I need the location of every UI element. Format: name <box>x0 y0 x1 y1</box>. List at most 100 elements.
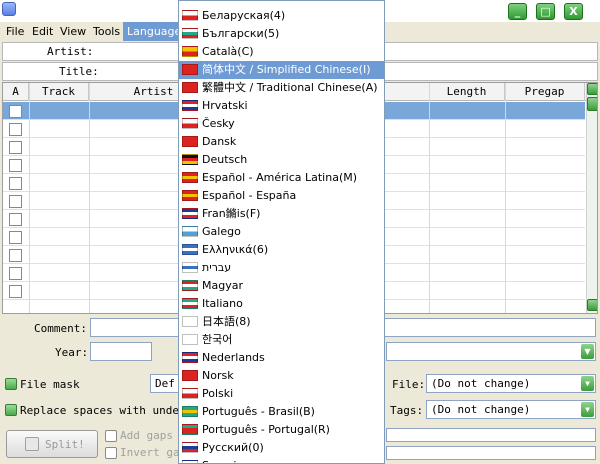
row-checkbox[interactable] <box>9 285 22 298</box>
row-checkbox[interactable] <box>9 267 22 280</box>
invert-gaps-checkbox[interactable] <box>105 447 117 459</box>
language-label: 简体中文 / Simplified Chinese(I) <box>202 63 371 76</box>
language-menu-item[interactable]: 繁體中文 / Traditional Chinese(A) <box>179 79 384 97</box>
row-checkbox[interactable] <box>9 141 22 154</box>
language-menu-item[interactable]: Català(C) <box>179 43 384 61</box>
language-menu-item[interactable]: Polski <box>179 385 384 403</box>
file-select-value: (Do not change) <box>431 377 531 390</box>
close-button[interactable]: X <box>564 3 583 20</box>
language-menu-item[interactable]: Español - España <box>179 187 384 205</box>
file-mask-checkbox[interactable] <box>5 378 17 390</box>
flag-icon <box>182 298 198 309</box>
file-select[interactable]: (Do not change) ▼ <box>426 374 596 393</box>
flag-icon <box>182 280 198 291</box>
flag-icon <box>182 82 198 93</box>
column-header-a[interactable]: A <box>3 83 29 101</box>
menu-language[interactable]: Language <box>123 22 186 41</box>
language-label: Español - España <box>202 189 297 202</box>
row-checkbox[interactable] <box>9 213 22 226</box>
column-divider <box>29 83 30 313</box>
language-menu-item[interactable]: עברית <box>179 259 384 277</box>
column-header-length[interactable]: Length <box>429 83 505 101</box>
language-menu-item[interactable]: Русский(0) <box>179 439 384 457</box>
language-menu-item[interactable]: Galego <box>179 223 384 241</box>
maximize-button[interactable]: □ <box>536 3 555 20</box>
language-menu-item[interactable]: 简体中文 / Simplified Chinese(I) <box>179 61 384 79</box>
language-menu-item[interactable]: Hrvatski <box>179 97 384 115</box>
language-menu-item[interactable]: Ελληνικά(6) <box>179 241 384 259</box>
language-menu-item[interactable]: Português - Portugal(R) <box>179 421 384 439</box>
row-checkbox[interactable] <box>9 249 22 262</box>
title-label: Title: <box>59 65 99 78</box>
comment-label: Comment: <box>34 322 87 335</box>
language-label: עברית <box>202 261 232 274</box>
output-path-input[interactable] <box>386 428 596 442</box>
language-label: 日本語(8) <box>202 315 251 328</box>
menu-tools[interactable]: Tools <box>89 22 124 41</box>
language-label: Česky <box>202 117 235 130</box>
invert-gaps-label: Invert ga <box>120 446 180 459</box>
replace-spaces-checkbox[interactable] <box>5 404 17 416</box>
language-menu-item[interactable]: 한국어 <box>179 331 384 349</box>
language-menu-item[interactable]: Norsk <box>179 367 384 385</box>
chevron-down-icon[interactable]: ▼ <box>581 344 594 359</box>
language-menu-item[interactable]: Magyar <box>179 277 384 295</box>
language-label: Norsk <box>202 369 234 382</box>
language-menu-item[interactable]: Português - Brasil(B) <box>179 403 384 421</box>
genre-select[interactable]: ▼ <box>386 342 596 361</box>
row-checkbox[interactable] <box>9 177 22 190</box>
language-label: Русский(0) <box>202 441 264 454</box>
menu-edit[interactable]: Edit <box>28 22 57 41</box>
flag-icon <box>182 154 198 165</box>
language-menu-item[interactable]: Suomi <box>179 457 384 463</box>
language-label: Nederlands <box>202 351 265 364</box>
language-label: Català(C) <box>202 45 254 58</box>
table-scrollbar[interactable] <box>586 83 597 313</box>
language-menu-item[interactable]: Nederlands <box>179 349 384 367</box>
split-button[interactable]: Split! <box>6 430 98 458</box>
language-label: Magyar <box>202 279 243 292</box>
language-menu-item[interactable]: Deutsch <box>179 151 384 169</box>
flag-icon <box>182 460 198 463</box>
flag-icon <box>182 118 198 129</box>
row-checkbox[interactable] <box>9 105 22 118</box>
file-mask-label: File mask <box>20 378 80 391</box>
flag-icon <box>182 370 198 381</box>
row-checkbox[interactable] <box>9 159 22 172</box>
tags-select[interactable]: (Do not change) ▼ <box>426 400 596 419</box>
chevron-down-icon[interactable]: ▼ <box>581 376 594 391</box>
language-label: Italiano <box>202 297 243 310</box>
file-mask-input[interactable]: Def <box>150 374 180 393</box>
year-input[interactable] <box>90 342 152 361</box>
language-menu-item[interactable]: Italiano <box>179 295 384 313</box>
menu-view[interactable]: View <box>56 22 90 41</box>
file-label: File: <box>392 378 426 391</box>
menu-file[interactable]: File <box>2 22 28 41</box>
add-gaps-checkbox[interactable] <box>105 430 117 442</box>
scroll-down-button[interactable] <box>587 299 597 311</box>
minimize-button[interactable]: _ <box>508 3 527 20</box>
language-label: 한국어 <box>202 333 233 346</box>
language-menu-item[interactable]: Български(5) <box>179 25 384 43</box>
scroll-thumb[interactable] <box>587 97 597 111</box>
column-header-pregap[interactable]: Pregap <box>505 83 585 101</box>
language-menu-item[interactable]: Español - América Latina(M) <box>179 169 384 187</box>
column-divider <box>505 83 506 313</box>
split-label: Split! <box>45 438 85 451</box>
flag-icon <box>182 136 198 147</box>
replace-spaces-label: Replace spaces with unde <box>20 404 179 417</box>
language-menu-item[interactable]: 日本語(8) <box>179 313 384 331</box>
row-checkbox[interactable] <box>9 231 22 244</box>
language-menu-item[interactable]: Dansk <box>179 133 384 151</box>
column-header-track[interactable]: Track <box>29 83 89 101</box>
row-checkbox[interactable] <box>9 195 22 208</box>
row-checkbox[interactable] <box>9 123 22 136</box>
scroll-up-button[interactable] <box>587 83 597 95</box>
language-menu-item[interactable]: Fran鏅is(F) <box>179 205 384 223</box>
flag-icon <box>182 172 198 183</box>
language-label: Hrvatski <box>202 99 248 112</box>
language-menu-item[interactable]: Беларуская(4) <box>179 7 384 25</box>
chevron-down-icon[interactable]: ▼ <box>581 402 594 417</box>
language-menu-item[interactable]: Česky <box>179 115 384 133</box>
cue-path-input[interactable] <box>386 446 596 460</box>
